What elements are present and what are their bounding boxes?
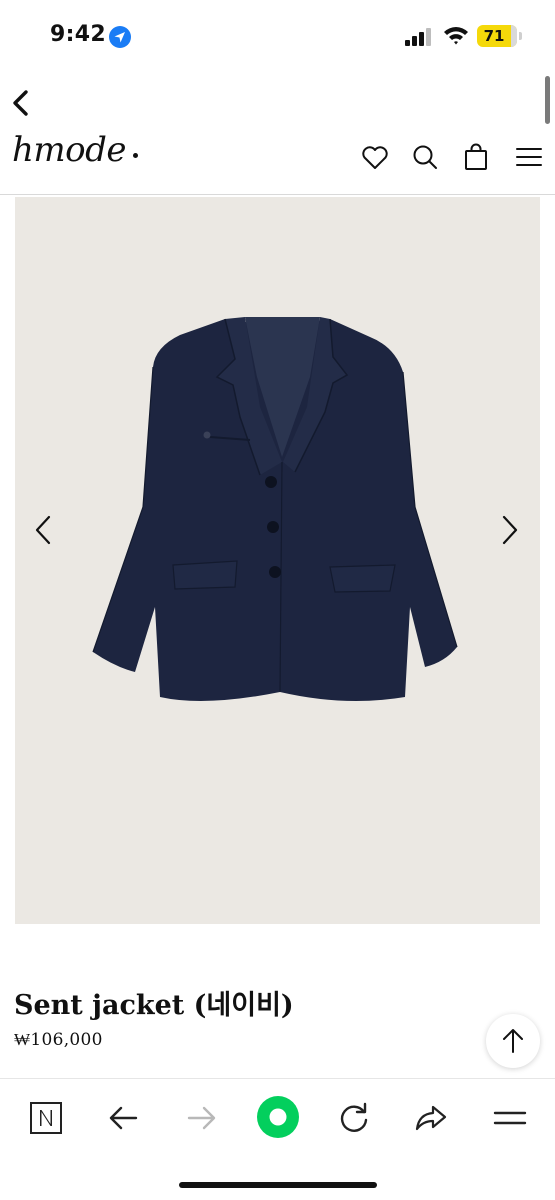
battery-icon: 71 [477,25,517,47]
battery-level: 71 [483,27,505,45]
heart-icon[interactable] [360,142,390,172]
forward-arrow-icon [187,1106,216,1130]
product-image-carousel[interactable] [15,197,540,924]
product-name: Sent jacket (네이비) [14,990,294,1021]
share-icon[interactable] [411,1098,451,1138]
shopping-bag-icon[interactable] [461,142,491,172]
site-logo[interactable]: hmode [12,130,127,170]
location-arrow-icon [109,26,131,48]
jacket-photo [92,317,458,701]
battery-empty-track [511,25,517,47]
signal-icon [405,28,431,46]
chevron-left-icon[interactable] [6,86,36,120]
product-price: ₩106,000 [14,1030,103,1050]
battery-nub [519,32,522,40]
page-scrollbar[interactable] [545,76,550,124]
carousel-next-icon[interactable] [496,513,524,547]
search-icon[interactable] [410,142,440,172]
back-arrow-icon[interactable] [104,1098,144,1138]
browser-menu-icon[interactable] [490,1098,530,1138]
arrow-up-icon [503,1029,523,1053]
logo-dot [133,153,138,158]
green-home-icon[interactable] [256,1095,300,1139]
home-indicator [179,1182,377,1188]
status-time: 9:42 [50,22,106,47]
scroll-to-top-button[interactable] [486,1014,540,1068]
header-divider [0,194,555,195]
menu-icon[interactable] [514,142,544,172]
naver-n-icon[interactable] [26,1098,66,1138]
wifi-icon [444,27,468,45]
status-bar: 9:42 71 [0,0,555,72]
carousel-prev-icon[interactable] [29,513,57,547]
reload-icon[interactable] [334,1098,374,1138]
